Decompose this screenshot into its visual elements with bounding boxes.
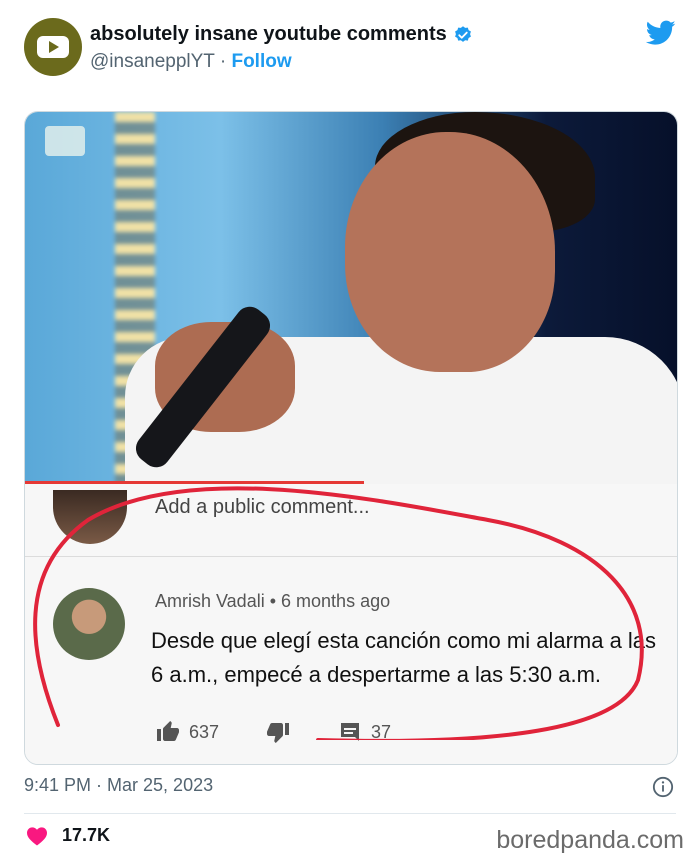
like-stat[interactable]: 17.7K <box>26 825 110 846</box>
reply-icon <box>341 723 360 741</box>
comment-time: 6 months ago <box>281 591 391 611</box>
add-comment-input[interactable]: Add a public comment... <box>155 496 370 519</box>
footer-divider <box>24 813 676 814</box>
verified-badge-icon <box>454 25 471 42</box>
reply-count: 37 <box>371 721 392 742</box>
heart-icon <box>27 826 47 846</box>
comment-meta: Amrish Vadali • 6 months ago <box>155 591 390 612</box>
meta-separator: • <box>264 591 282 611</box>
singer-head <box>345 132 555 372</box>
play-logo-icon <box>37 36 69 58</box>
comment-text: Desde que elegí esta canción como mi ala… <box>151 628 657 687</box>
thumbs-down-icon <box>267 723 290 743</box>
tweet-media[interactable]: Add a public comment... Amrish Vadali • … <box>24 111 678 765</box>
profile-avatar[interactable] <box>24 18 82 76</box>
tweet-timestamp[interactable]: 9:41 PM · Mar 25, 2023 <box>24 775 213 796</box>
like-button[interactable]: 637 <box>155 720 219 744</box>
comment-actions: 637 37 <box>155 720 437 744</box>
handle-row: @insanepplYT · Follow <box>90 51 292 73</box>
singer-photo <box>25 112 677 484</box>
reply-button[interactable]: 37 <box>337 720 391 744</box>
follow-button[interactable]: Follow <box>231 51 291 72</box>
like-count: 637 <box>189 721 220 742</box>
twitter-bird-icon[interactable] <box>646 20 676 46</box>
comment-section: Add a public comment... Amrish Vadali • … <box>25 484 677 764</box>
channel-logo <box>45 126 85 156</box>
comment-author[interactable]: Amrish Vadali <box>155 591 265 611</box>
display-name[interactable]: absolutely insane youtube comments <box>90 23 447 46</box>
like-count-total: 17.7K <box>62 825 111 845</box>
boredpanda-watermark: boredpanda.com <box>496 826 684 854</box>
handle[interactable]: @insanepplYT <box>90 51 215 72</box>
dislike-button[interactable] <box>265 720 291 744</box>
handle-separator: · <box>214 51 232 72</box>
divider <box>25 556 677 557</box>
commenter-avatar[interactable] <box>53 588 125 660</box>
info-icon[interactable] <box>652 776 674 798</box>
display-name-row: absolutely insane youtube comments <box>90 23 473 46</box>
current-user-avatar <box>53 490 127 544</box>
thumbs-up-icon <box>157 721 179 741</box>
